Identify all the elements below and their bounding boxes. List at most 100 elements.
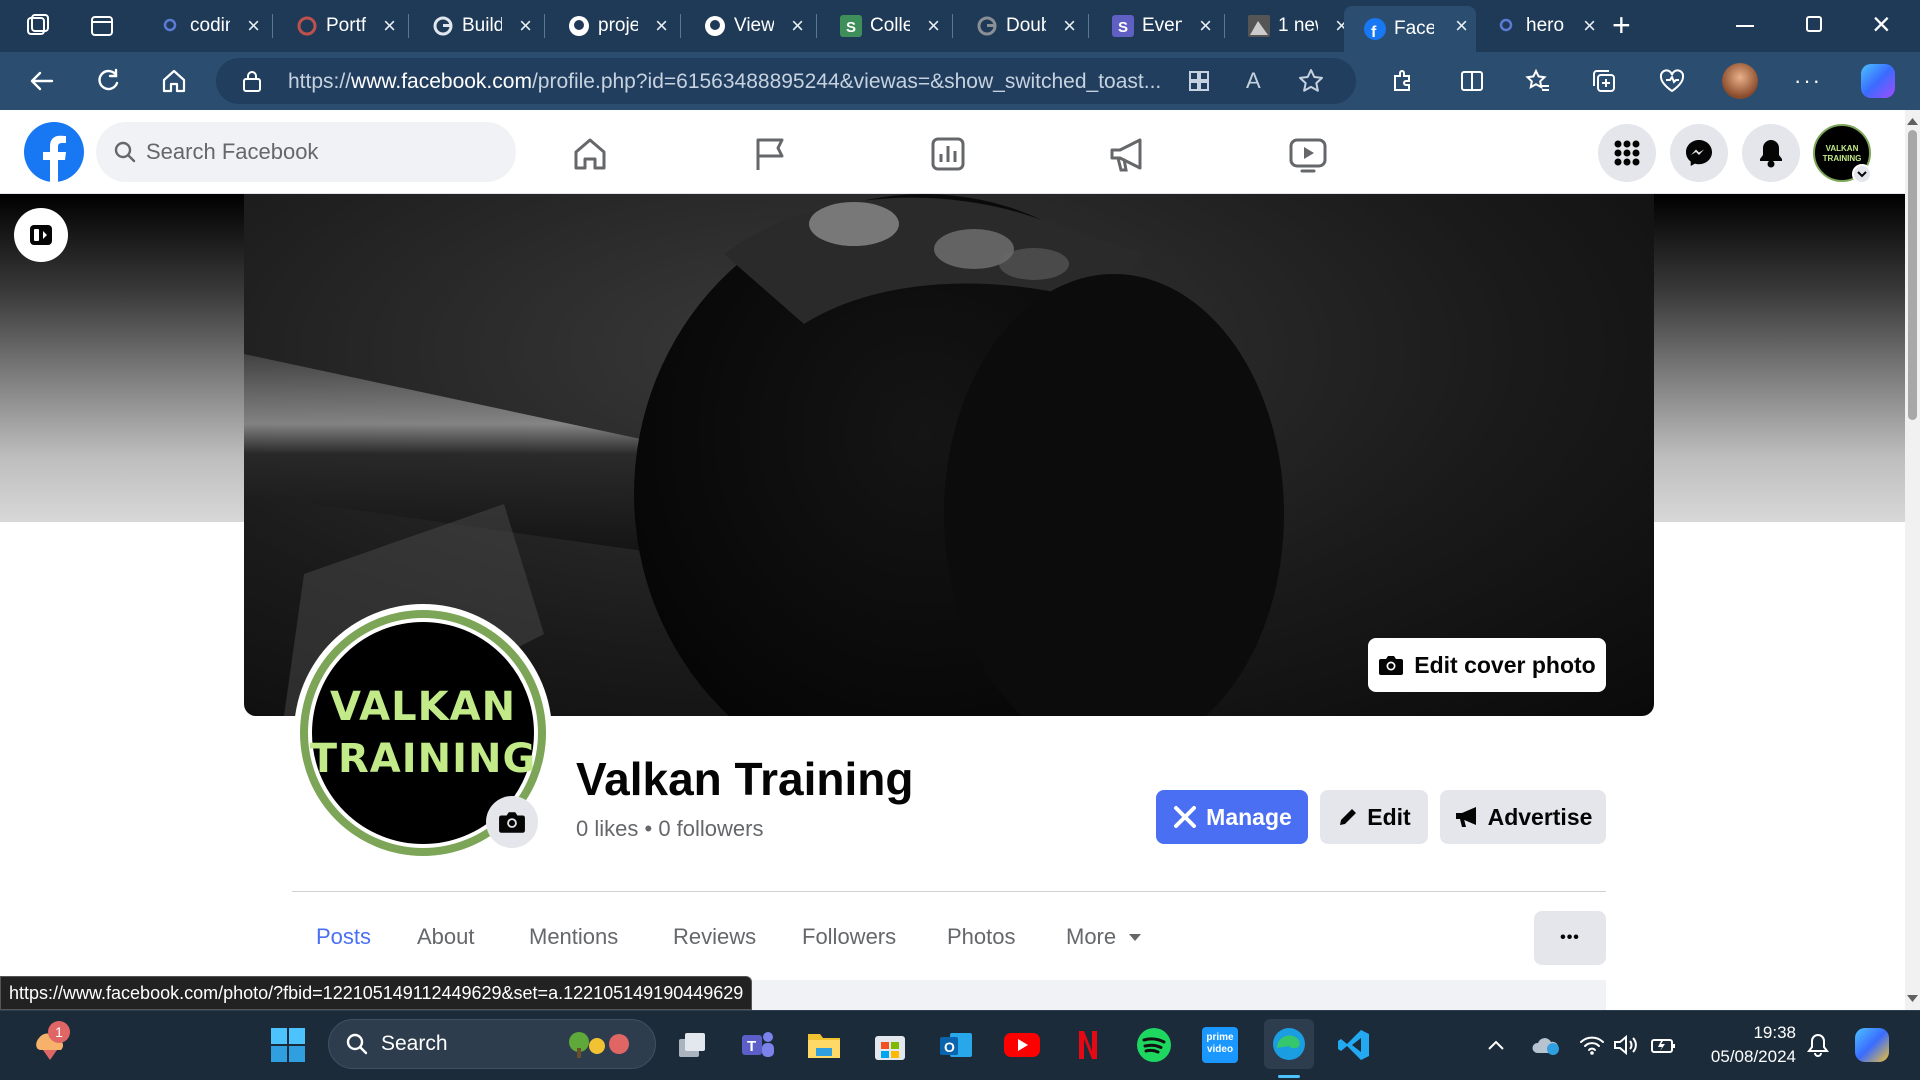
advertise-button[interactable]: Advertise [1440,790,1606,844]
account-chevron-down-icon[interactable] [1852,164,1872,184]
facebook-search-input[interactable]: Search Facebook [96,122,516,182]
vertical-tabs-icon[interactable] [88,12,116,40]
browser-tab[interactable]: hero × [1476,6,1604,46]
page-title: Valkan Training [576,753,914,805]
copilot-taskbar-icon[interactable] [1850,1023,1894,1067]
minimize-icon[interactable] [1736,25,1754,27]
battery-icon[interactable] [1642,1023,1686,1067]
update-profile-picture-camera-icon[interactable] [486,796,538,848]
close-tab-icon[interactable]: × [1063,14,1076,38]
browser-tab[interactable]: 1 new × [1228,6,1356,46]
favorites-icon[interactable] [1518,61,1558,101]
netflix-icon[interactable] [1066,1023,1110,1067]
close-tab-icon[interactable]: × [791,14,804,38]
taskbar-search-input[interactable]: Search [328,1019,656,1069]
scroll-up-icon[interactable] [1906,116,1919,126]
manage-button[interactable]: Manage [1156,790,1308,844]
close-tab-icon[interactable]: × [1583,14,1596,38]
messenger-icon[interactable] [1670,124,1728,182]
tab-about[interactable]: About [417,924,475,950]
browser-tab[interactable]: S Collection × [820,6,948,46]
notifications-bell-icon[interactable] [1796,1023,1840,1067]
close-tab-icon[interactable]: × [519,14,532,38]
browser-tab-active[interactable]: f Facebook × [1344,6,1476,52]
browser-essentials-icon[interactable] [1652,61,1692,101]
taskbar-search-placeholder: Search [381,1032,448,1055]
show-hidden-icons-chevron-up-icon[interactable] [1474,1023,1518,1067]
workspaces-icon[interactable] [24,12,52,40]
tab-photos[interactable]: Photos [947,924,1016,950]
browser-tab[interactable]: project × [548,6,676,46]
edge-icon[interactable] [1264,1019,1314,1069]
browser-tab[interactable]: S Events × [1092,6,1220,46]
spotify-icon[interactable] [1132,1023,1176,1067]
lock-icon[interactable] [242,69,262,93]
profile-avatar[interactable] [1720,61,1760,101]
task-view-icon[interactable] [670,1023,714,1067]
split-screen-icon[interactable] [1452,61,1492,101]
browser-tab[interactable]: Build × [412,6,540,46]
edit-button[interactable]: Edit [1320,790,1428,844]
prime-video-icon[interactable]: prime video [1198,1023,1242,1067]
browser-tab[interactable]: View × [684,6,812,46]
onedrive-icon[interactable] [1524,1023,1568,1067]
close-tab-icon[interactable]: × [655,14,668,38]
collections-icon[interactable] [1584,61,1624,101]
new-tab-button[interactable]: + [1612,8,1631,42]
close-tab-icon[interactable]: × [247,14,260,38]
likes-count[interactable]: 0 likes [576,816,638,841]
app-available-icon[interactable] [1188,70,1210,92]
tab-label: Facebook [1394,18,1434,39]
sidebar-toggle-icon[interactable] [14,208,68,262]
back-icon[interactable] [22,61,62,101]
outlook-icon[interactable]: O [934,1023,978,1067]
tab-reviews[interactable]: Reviews [673,924,756,950]
menu-grid-icon[interactable] [1598,124,1656,182]
favorite-star-icon[interactable] [1298,68,1324,94]
scroll-down-icon[interactable] [1906,994,1919,1004]
megaphone-icon[interactable] [1106,132,1150,176]
tab-label: Double [1006,15,1046,36]
google-icon [432,15,454,37]
video-icon[interactable] [1286,132,1330,176]
browser-tab[interactable]: Portfolio × [276,6,404,46]
start-icon[interactable] [266,1023,310,1067]
copilot-icon[interactable] [1858,61,1898,101]
browser-tab[interactable]: Double × [956,6,1084,46]
home-icon[interactable] [568,132,612,176]
settings-menu-icon[interactable]: ··· [1788,61,1828,101]
close-tab-icon[interactable]: × [383,14,396,38]
tab-followers[interactable]: Followers [802,924,896,950]
teams-icon[interactable]: T [736,1023,780,1067]
facebook-logo[interactable] [24,122,84,182]
refresh-icon[interactable] [88,61,128,101]
insights-icon[interactable] [926,132,970,176]
tab-mentions[interactable]: Mentions [529,924,618,950]
close-window-icon[interactable]: × [1872,6,1891,42]
flag-icon[interactable] [748,132,792,176]
notifications-icon[interactable] [1742,124,1800,182]
tab-label: 1 new [1278,15,1318,36]
microsoft-store-icon[interactable] [868,1023,912,1067]
url-text[interactable]: https://www.facebook.com/profile.php?id=… [288,70,1188,94]
tab-posts[interactable]: Posts [316,924,371,950]
followers-count[interactable]: 0 followers [658,816,763,841]
close-tab-icon[interactable]: × [1455,14,1468,38]
tab-more[interactable]: More [1066,924,1142,950]
youtube-icon[interactable] [1000,1023,1044,1067]
address-bar[interactable]: https://www.facebook.com/profile.php?id=… [216,58,1356,104]
browser-tab[interactable]: coding × [140,6,268,46]
system-clock[interactable]: 19:38 05/08/2024 [1700,1021,1796,1069]
home-icon[interactable] [154,61,194,101]
vscode-icon[interactable] [1332,1023,1376,1067]
close-tab-icon[interactable]: × [927,14,940,38]
file-explorer-icon[interactable] [802,1023,846,1067]
more-options-button[interactable]: ••• [1534,911,1606,965]
extensions-icon[interactable] [1382,61,1422,101]
edit-cover-photo-button[interactable]: Edit cover photo [1368,638,1606,692]
read-aloud-icon[interactable]: A [1246,68,1261,94]
scrollbar-thumb[interactable] [1908,130,1917,420]
close-tab-icon[interactable]: × [1199,14,1212,38]
status-bar-url: https://www.facebook.com/photo/?fbid=122… [0,976,753,1010]
restore-icon[interactable] [1806,16,1822,32]
